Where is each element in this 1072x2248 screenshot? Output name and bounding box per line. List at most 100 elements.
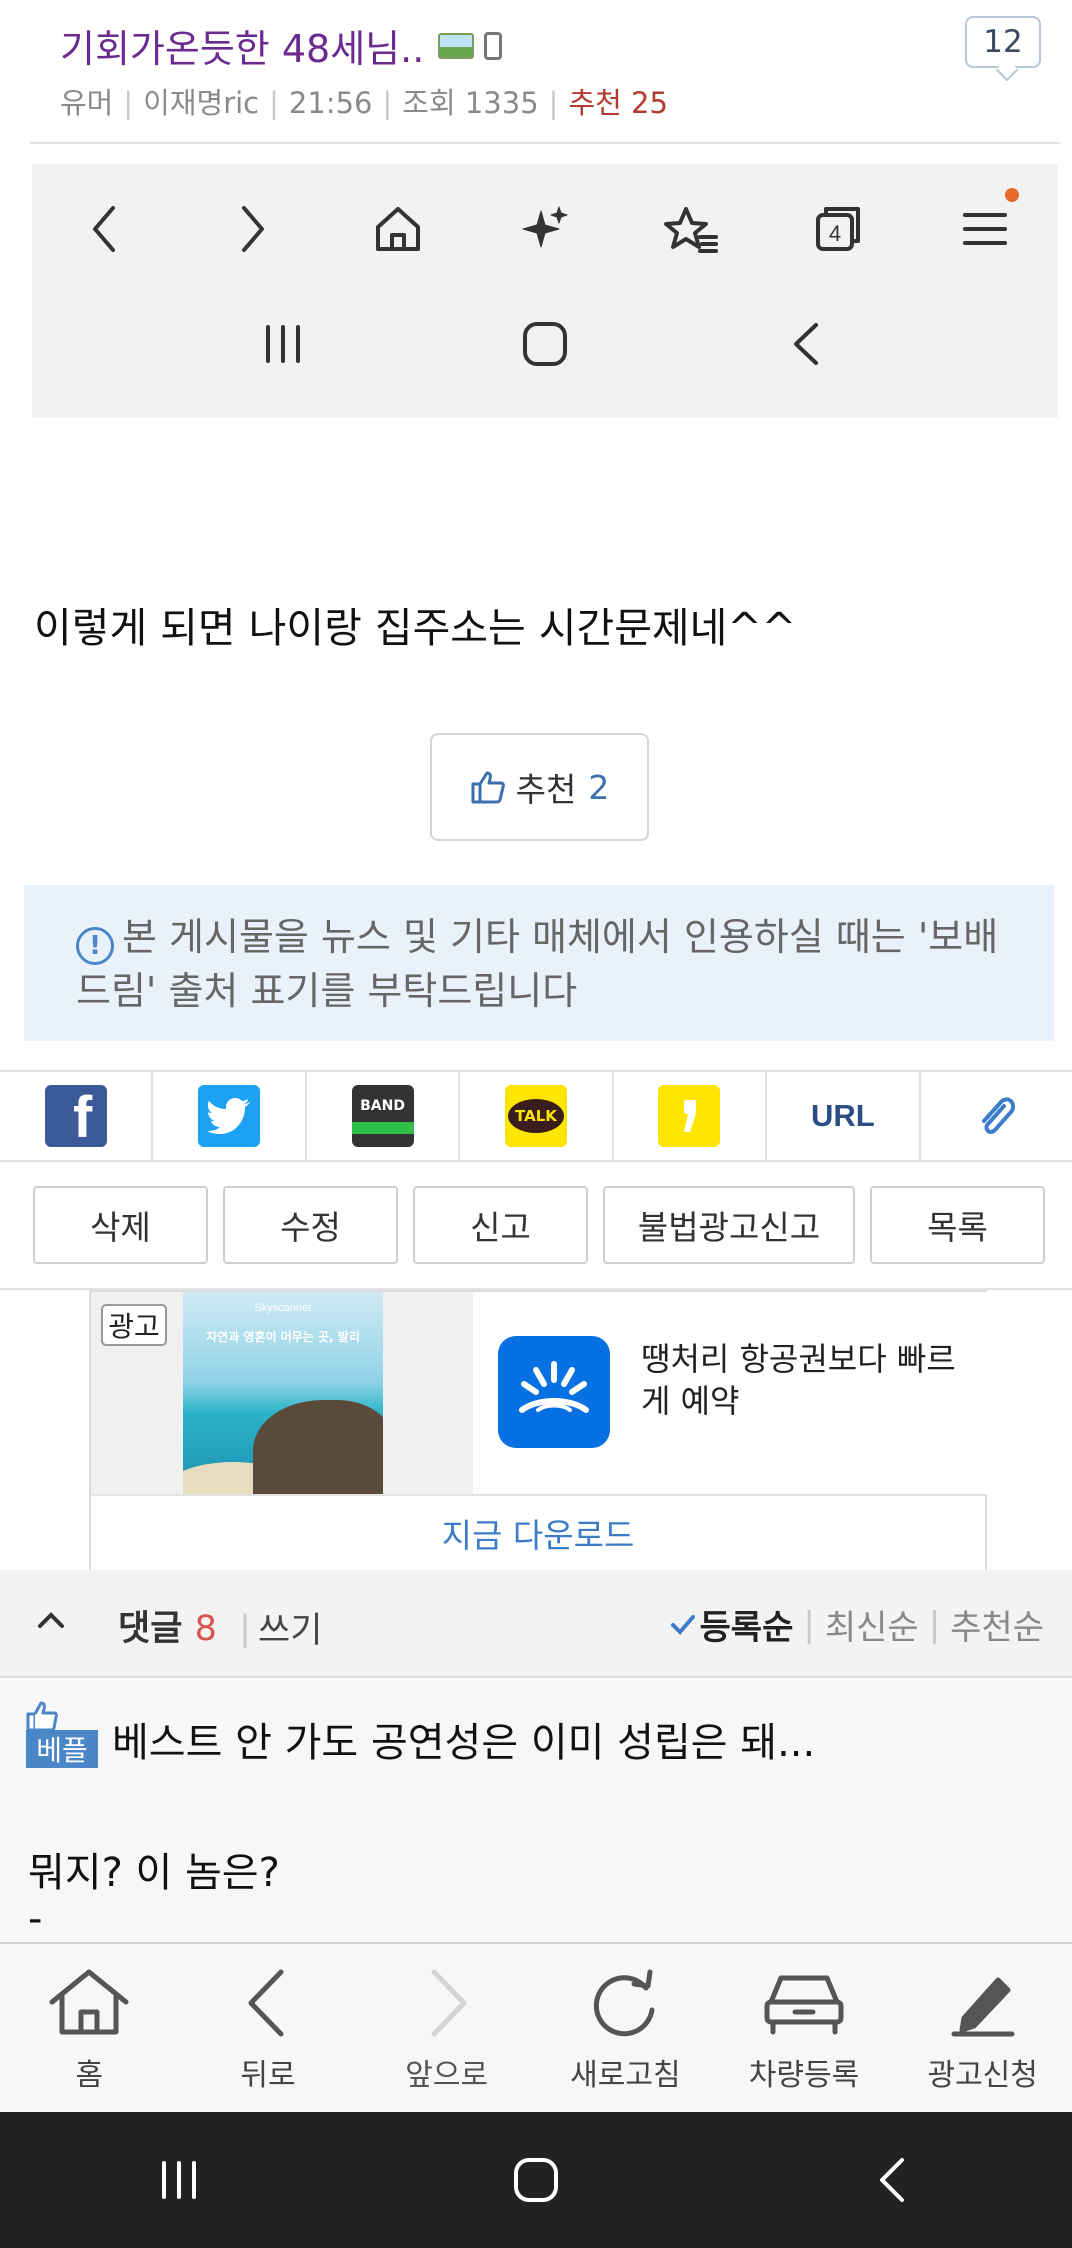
comment-text: 뭐지? 이 놈은? [28, 1850, 280, 1896]
write-comment-link[interactable]: 쓰기 [258, 1602, 322, 1653]
notice-text: 본 게시물을 뉴스 및 기타 매체에서 인용하실 때는 '보배드림' 출처 표기… [76, 915, 999, 1013]
best-label: 베플 [26, 1730, 98, 1768]
toolbar-forward[interactable]: 앞으로 [357, 1944, 536, 2112]
post-meta: 유머 | 이재명ric | 21:56 | 조회 1335 | 추천 25 [60, 86, 668, 120]
ad-creative[interactable]: 광고 Skyscanner 자연과 영혼이 머무는 곳, 발리 땡처리 항공권보… [91, 1292, 987, 1494]
post-title[interactable]: 기회가온듯한 48세님.. [60, 18, 503, 73]
band-icon: BAND [351, 1085, 414, 1147]
ad-copy: 땡처리 항공권보다 빠르게 예약 [641, 1340, 956, 1420]
image-attached-icon [438, 32, 475, 59]
bottom-toolbar: 홈 뒤로 앞으로 새로고침 차량등록 광고신청 [0, 1942, 1072, 2112]
notification-dot [1005, 188, 1020, 202]
share-kakaostory[interactable] [614, 1072, 768, 1160]
menu-icon [911, 188, 1058, 264]
svg-text:4: 4 [829, 221, 841, 246]
sort-registered[interactable]: 등록순 [700, 1600, 794, 1649]
home-icon [325, 194, 472, 264]
twitter-icon [198, 1085, 261, 1147]
ad-download-button[interactable]: 지금 다운로드 [91, 1494, 985, 1570]
back-icon [880, 2158, 905, 2202]
home-circle-icon [414, 314, 676, 374]
ad-thumb-headline: 자연과 영혼이 머무는 곳, 발리 [206, 1330, 360, 1344]
toolbar-ad-apply-label: 광고신청 [927, 2058, 1038, 2093]
ad-badge: 광고 [101, 1304, 167, 1346]
ad-thumbnail-image[interactable]: Skyscanner 자연과 영혼이 머무는 곳, 발리 [183, 1292, 383, 1494]
post-category: 유머 [60, 86, 114, 120]
kakaotalk-icon: TALK [504, 1085, 567, 1147]
post-body: 이렇게 되면 나이랑 집주소는 시간문제네^^ [34, 604, 797, 652]
comments-title: 댓글 8 | [118, 1609, 251, 1649]
kakaostory-icon [658, 1085, 721, 1147]
ad-info[interactable]: 땡처리 항공권보다 빠르게 예약 [473, 1292, 987, 1494]
facebook-icon: f [44, 1085, 107, 1147]
toolbar-refresh[interactable]: 새로고침 [536, 1944, 715, 2112]
attach-icon [982, 1097, 1016, 1135]
recommend-button[interactable]: 추천 2 [430, 733, 649, 841]
list-button[interactable]: 목록 [870, 1186, 1045, 1264]
comments-label: 댓글 [118, 1609, 183, 1649]
header-divider [30, 142, 1060, 144]
comments-count: 8 [194, 1609, 217, 1649]
band-label: BAND [360, 1098, 405, 1114]
advertisement[interactable]: 광고 Skyscanner 자연과 영혼이 머무는 곳, 발리 땡처리 항공권보… [89, 1290, 987, 1570]
skyscanner-app-icon [498, 1336, 610, 1448]
tabs-icon: 4 [765, 194, 912, 264]
post-title-text[interactable]: 기회가온듯한 48세님.. [60, 18, 424, 73]
ad-thumb-brand: Skyscanner [254, 1302, 312, 1314]
back-chevron-icon [32, 194, 179, 264]
post-views: 조회 1335 [402, 86, 539, 120]
report-ad-button[interactable]: 불법광고신고 [603, 1186, 855, 1264]
best-comment[interactable]: 베플 베스트 안 가도 공연성은 이미 성립은 돼... [26, 1700, 815, 1768]
post-header: 기회가온듯한 48세님.. 유머 | 이재명ric | 21:56 | 조회 1335 | 추천… [0, 0, 1072, 145]
system-back[interactable] [715, 2112, 1072, 2248]
post-embedded-image: 4 [32, 164, 1058, 418]
share-bar: f BAND TALK URL [0, 1070, 1072, 1162]
toolbar-forward-label: 앞으로 [405, 2058, 489, 2093]
toolbar-refresh-label: 새로고침 [570, 2058, 681, 2093]
home-icon [49, 1969, 129, 2035]
recent-apps-icon [161, 2161, 196, 2199]
bookmark-star-icon [618, 194, 765, 264]
chevron-up-icon[interactable] [36, 1606, 66, 1636]
post-actions: 삭제 수정 신고 불법광고신고 목록 [0, 1186, 1072, 1264]
comment-count-bubble[interactable]: 12 [965, 16, 1041, 68]
share-facebook[interactable]: f [0, 1072, 154, 1160]
toolbar-car-register[interactable]: 차량등록 [715, 1944, 894, 2112]
best-comment-text: 베스트 안 가도 공연성은 이미 성립은 돼... [112, 1720, 816, 1766]
toolbar-back[interactable]: 뒤로 [179, 1944, 358, 2112]
share-url[interactable]: URL [767, 1072, 921, 1160]
sort-recommended[interactable]: 추천순 [950, 1600, 1044, 1649]
info-icon: ! [76, 927, 114, 965]
toolbar-ad-apply[interactable]: 광고신청 [893, 1944, 1072, 2112]
back-icon [676, 314, 938, 374]
share-attach[interactable] [921, 1072, 1072, 1160]
comments-list: 베플 베스트 안 가도 공연성은 이미 성립은 돼... 뭐지? 이 놈은? - [0, 1680, 1072, 1942]
sort-latest[interactable]: 최신순 [825, 1600, 919, 1649]
best-comment-badge: 베플 [26, 1700, 98, 1768]
share-kakaotalk[interactable]: TALK [460, 1072, 614, 1160]
system-navigation-bar [0, 2112, 1072, 2248]
copyright-notice: ! 본 게시물을 뉴스 및 기타 매체에서 인용하실 때는 '보배드림' 출처 표… [24, 885, 1054, 1041]
report-button[interactable]: 신고 [413, 1186, 588, 1264]
forward-chevron-icon [431, 1969, 467, 2037]
edit-button[interactable]: 수정 [223, 1186, 398, 1264]
toolbar-car-register-label: 차량등록 [748, 2058, 860, 2093]
recommend-label: 추천 [515, 770, 577, 809]
home-circle-icon [513, 2158, 558, 2202]
comment-sort: 등록순 | 최신순 | 추천순 [670, 1600, 1044, 1649]
post-author[interactable]: 이재명ric [143, 86, 259, 120]
recent-apps-icon [152, 314, 414, 374]
share-band[interactable]: BAND [307, 1072, 461, 1160]
toolbar-back-label: 뒤로 [240, 2058, 296, 2093]
system-recent-apps[interactable] [0, 2112, 357, 2248]
toolbar-home-label: 홈 [75, 2058, 104, 2093]
forward-chevron-icon [179, 194, 326, 264]
delete-button[interactable]: 삭제 [33, 1186, 208, 1264]
refresh-icon [594, 1969, 655, 2037]
system-home[interactable] [357, 2112, 714, 2248]
post-recommend-count: 추천 25 [568, 86, 668, 120]
share-twitter[interactable] [153, 1072, 307, 1160]
check-icon [670, 1614, 695, 1635]
mobile-post-icon [484, 31, 503, 60]
toolbar-home[interactable]: 홈 [0, 1944, 179, 2112]
